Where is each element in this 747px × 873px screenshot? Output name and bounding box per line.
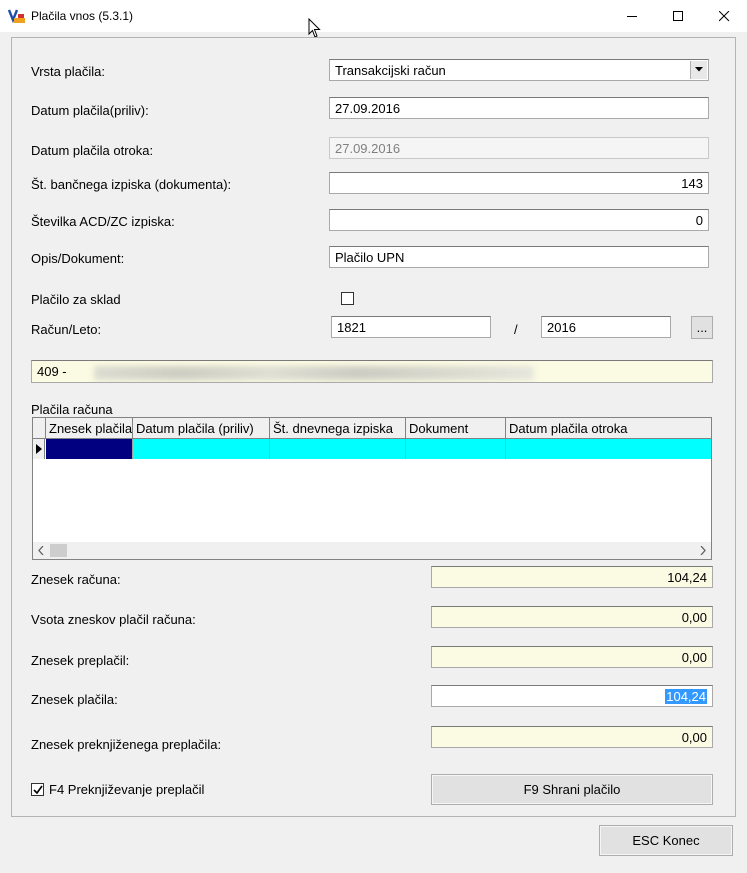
f9-shrani-placilo-button[interactable]: F9 Shrani plačilo	[431, 774, 713, 805]
placilo-za-sklad-checkbox[interactable]	[341, 292, 354, 305]
grid-cell[interactable]	[133, 439, 270, 459]
opis-dokument-input[interactable]: Plačilo UPN	[329, 246, 709, 268]
scrollbar-thumb[interactable]	[50, 544, 67, 557]
f4-preknjizevanje-label: F4 Preknjiževanje preplačil	[49, 782, 205, 797]
grid-column-header[interactable]: Št. dnevnega izpiska	[270, 418, 406, 439]
close-icon	[719, 11, 730, 22]
scroll-right-icon[interactable]	[700, 546, 706, 555]
scroll-left-icon[interactable]	[38, 546, 44, 555]
racun-leto-separator: /	[514, 322, 518, 337]
grid-corner	[33, 418, 46, 439]
chevron-down-icon	[695, 67, 703, 72]
znesek-racuna-label: Znesek računa:	[31, 572, 121, 587]
znesek-placila-label: Znesek plačila:	[31, 692, 118, 707]
f4-preknjizevanje-checkbox[interactable]	[31, 783, 44, 796]
znesek-placila-value: 104,24	[665, 689, 707, 704]
stevilka-acd-input[interactable]: 0	[329, 209, 709, 231]
checkmark-icon	[33, 785, 43, 795]
esc-konec-button[interactable]: ESC Konec	[599, 825, 733, 856]
grid-column-header[interactable]: Datum plačila (priliv)	[133, 418, 270, 439]
grid-cell[interactable]	[406, 439, 506, 459]
racun-info-field: 409 -	[31, 360, 713, 383]
racun-info-prefix: 409 -	[37, 364, 67, 379]
vrsta-placila-value: Transakcijski račun	[335, 63, 446, 78]
znesek-racuna-field: 104,24	[431, 566, 713, 588]
dropdown-button[interactable]	[690, 61, 707, 79]
datum-placila-otroka-input[interactable]: 27.09.2016	[329, 137, 709, 159]
row-indicator	[33, 439, 45, 459]
leto-input[interactable]: 2016	[541, 316, 671, 338]
window-title: Plačila vnos (5.3.1)	[31, 9, 134, 23]
stevilka-acd-label: Številka ACD/ZC izpiska:	[31, 214, 175, 229]
placilo-za-sklad-label: Plačilo za sklad	[31, 292, 121, 307]
title-bar: Plačila vnos (5.3.1)	[0, 0, 747, 32]
znesek-placila-input[interactable]: 104,24	[431, 685, 713, 707]
close-button[interactable]	[701, 0, 747, 32]
vsota-zneskov-field: 0,00	[431, 606, 713, 628]
datum-placila-label: Datum plačila(priliv):	[31, 103, 149, 118]
datum-placila-input[interactable]: 27.09.2016	[329, 97, 709, 119]
grid-horizontal-scrollbar[interactable]	[33, 542, 711, 559]
app-logo-icon	[7, 8, 26, 24]
opis-dokument-label: Opis/Dokument:	[31, 251, 125, 266]
table-row[interactable]	[33, 439, 711, 459]
znesek-preknjizenega-field: 0,00	[431, 726, 713, 748]
grid-column-header[interactable]: Datum plačila otroka	[506, 418, 711, 439]
grid-cell[interactable]	[270, 439, 406, 459]
grid-column-header[interactable]: Znesek plačila	[46, 418, 133, 439]
browse-racun-button[interactable]: ...	[691, 316, 713, 339]
znesek-preknjizenega-label: Znesek preknjiženega preplačila:	[31, 737, 222, 752]
datum-placila-otroka-label: Datum plačila otroka:	[31, 143, 154, 158]
minimize-icon	[627, 16, 637, 17]
placila-racuna-title: Plačila računa	[31, 402, 113, 417]
st-bancnega-izpiska-label: Št. bančnega izpiska (dokumenta):	[31, 177, 232, 192]
racun-leto-label: Račun/Leto:	[31, 322, 102, 337]
grid-cell[interactable]	[46, 439, 133, 459]
maximize-icon	[673, 11, 683, 21]
grid-column-header[interactable]: Dokument	[406, 418, 506, 439]
row-pointer-icon	[36, 444, 42, 454]
znesek-preplacil-label: Znesek preplačil:	[31, 653, 130, 668]
placila-grid[interactable]: Znesek plačila Datum plačila (priliv) Št…	[32, 417, 712, 560]
znesek-preplacil-field: 0,00	[431, 646, 713, 668]
vsota-zneskov-label: Vsota zneskov plačil računa:	[31, 612, 196, 627]
minimize-button[interactable]	[609, 0, 655, 32]
redacted-info	[94, 366, 534, 380]
grid-header: Znesek plačila Datum plačila (priliv) Št…	[33, 418, 711, 439]
vrsta-placila-select[interactable]: Transakcijski račun	[329, 59, 709, 81]
maximize-button[interactable]	[655, 0, 701, 32]
racun-input[interactable]: 1821	[331, 316, 491, 338]
st-bancnega-izpiska-input[interactable]: 143	[329, 172, 709, 194]
vrsta-placila-label: Vrsta plačila:	[31, 64, 105, 79]
grid-cell[interactable]	[506, 439, 711, 459]
